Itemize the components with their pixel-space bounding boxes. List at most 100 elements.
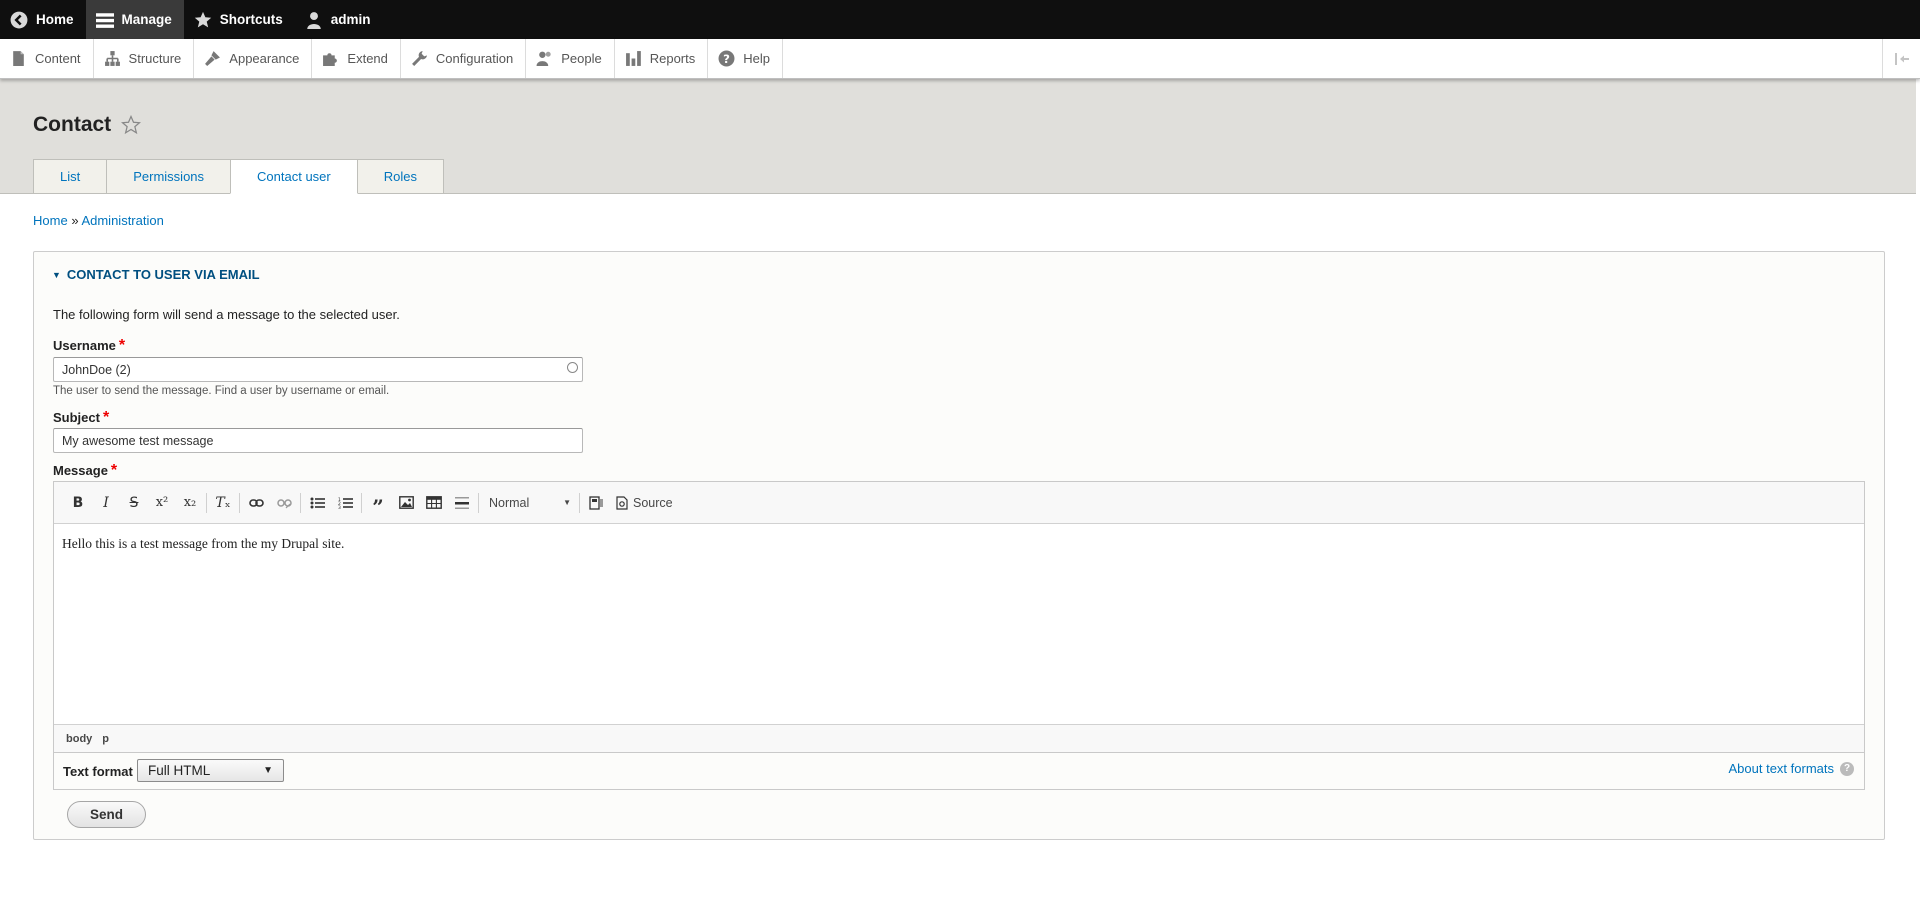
editor-toolbar: B I S x² x₂ Tₓ 123 ” Normal ▼ Source <box>54 482 1864 524</box>
toolbar-separator <box>300 492 301 513</box>
required-marker: * <box>118 337 126 354</box>
subject-label: Subject * <box>53 409 109 427</box>
tray-item-structure[interactable]: Structure <box>94 39 195 78</box>
about-text-formats-link[interactable]: About text formats ? <box>1728 761 1854 776</box>
chevron-down-icon: ▼ <box>563 498 571 507</box>
toolbar-user[interactable]: admin <box>295 0 383 39</box>
about-text-formats-text: About text formats <box>1728 761 1835 776</box>
page-title-text: Contact <box>33 113 112 136</box>
collapse-tray-icon <box>1894 52 1909 65</box>
tray-item-people[interactable]: People <box>526 39 615 78</box>
blockquote-button[interactable]: ” <box>364 489 392 517</box>
fieldset-legend-text: CONTACT TO USER VIA EMAIL <box>66 267 260 282</box>
horizontal-line-icon <box>455 496 469 509</box>
text-format-value: Full HTML <box>148 763 211 778</box>
tray-item-label: Help <box>743 51 770 66</box>
source-icon <box>616 495 628 510</box>
structure-icon <box>104 51 120 66</box>
username-help: The user to send the message. Find a use… <box>53 385 390 397</box>
contact-fieldset: ▼ CONTACT TO USER VIA EMAIL The followin… <box>33 251 1885 840</box>
blockquote-icon: ” <box>372 494 384 519</box>
toolbar-home-label: Home <box>36 12 74 27</box>
remove-format-icon: Tₓ <box>215 494 231 511</box>
breadcrumb-home[interactable]: Home <box>33 213 68 228</box>
star-outline-icon[interactable] <box>121 115 142 135</box>
subscript-button[interactable]: x₂ <box>176 489 204 517</box>
show-blocks-icon <box>588 495 603 510</box>
text-format-select[interactable]: Full HTML ▼ <box>137 759 284 782</box>
help-icon: ? <box>718 50 735 67</box>
tray-item-label: Structure <box>128 51 182 66</box>
people-icon <box>536 51 551 66</box>
element-path-item[interactable]: p <box>102 733 109 745</box>
element-path-item[interactable]: body <box>66 733 92 745</box>
username-input[interactable] <box>53 357 583 382</box>
document-icon <box>13 51 24 66</box>
tab-label: Contact user <box>257 169 331 184</box>
page-header: Contact List Permissions Contact user Ro… <box>0 79 1916 194</box>
superscript-icon: x² <box>155 495 169 510</box>
page-title: Contact <box>33 113 142 137</box>
toolbar-shortcuts-label: Shortcuts <box>219 12 283 27</box>
tray-item-configuration[interactable]: Configuration <box>401 39 527 78</box>
horizontal-line-button[interactable] <box>448 489 476 517</box>
image-icon <box>398 496 414 509</box>
tray-item-appearance[interactable]: Appearance <box>194 39 313 78</box>
tray-orientation-toggle[interactable] <box>1882 39 1920 78</box>
link-button[interactable] <box>242 489 270 517</box>
toolbar-home[interactable]: Home <box>0 0 86 39</box>
tray-item-reports[interactable]: Reports <box>615 39 709 78</box>
chevron-down-icon: ▼ <box>263 765 273 776</box>
tab-label: List <box>60 169 81 184</box>
format-dropdown[interactable]: Normal ▼ <box>481 490 577 516</box>
strikethrough-button[interactable]: S <box>120 489 148 517</box>
tray-item-help[interactable]: ? Help <box>708 39 783 78</box>
caret-down-icon: ▼ <box>52 269 61 280</box>
show-blocks-button[interactable] <box>582 489 610 517</box>
tray-item-content[interactable]: Content <box>0 39 94 78</box>
tab-contact-user[interactable]: Contact user <box>230 159 358 194</box>
subject-input[interactable] <box>53 428 583 453</box>
tab-label: Permissions <box>133 169 205 184</box>
toolbar-manage[interactable]: Manage <box>85 0 184 39</box>
tray-item-label: Configuration <box>435 51 514 66</box>
toolbar-shortcuts[interactable]: Shortcuts <box>184 0 295 39</box>
wrench-icon <box>411 51 427 66</box>
tab-roles[interactable]: Roles <box>356 159 444 193</box>
unlink-button[interactable] <box>270 489 298 517</box>
admin-toolbar: Home Manage Shortcuts admin <box>0 0 1920 39</box>
send-button[interactable]: Send <box>67 801 146 828</box>
image-button[interactable] <box>392 489 420 517</box>
tray-item-label: Reports <box>649 51 696 66</box>
text-format-label: Text format <box>63 764 133 779</box>
tray-item-extend[interactable]: Extend <box>312 39 401 78</box>
toolbar-separator <box>361 492 362 513</box>
source-button[interactable]: Source <box>610 489 679 517</box>
svg-text:3: 3 <box>338 505 341 509</box>
bold-button[interactable]: B <box>64 489 92 517</box>
tray-item-label: Extend <box>347 51 388 66</box>
link-icon <box>248 498 264 507</box>
breadcrumb: Home » Administration <box>33 213 164 228</box>
bulleted-list-button[interactable] <box>303 489 331 517</box>
required-marker: * <box>102 409 110 426</box>
paintbrush-icon <box>205 51 221 66</box>
star-icon <box>194 11 211 27</box>
tab-list[interactable]: List <box>33 159 108 193</box>
numbered-list-icon: 123 <box>338 497 353 509</box>
numbered-list-button[interactable]: 123 <box>331 489 359 517</box>
editor-content[interactable]: Hello this is a test message from the my… <box>54 524 1864 724</box>
toolbar-user-label: admin <box>330 12 371 27</box>
editor-element-path: body p <box>54 724 1864 752</box>
superscript-button[interactable]: x² <box>148 489 176 517</box>
tray-item-label: Appearance <box>229 51 300 66</box>
breadcrumb-administration[interactable]: Administration <box>81 213 163 228</box>
remove-format-button[interactable]: Tₓ <box>209 489 237 517</box>
breadcrumb-separator: » <box>71 213 79 228</box>
tab-permissions[interactable]: Permissions <box>106 159 232 193</box>
toolbar-manage-label: Manage <box>121 12 172 27</box>
fieldset-legend[interactable]: ▼ CONTACT TO USER VIA EMAIL <box>52 267 260 282</box>
table-button[interactable] <box>420 489 448 517</box>
italic-button[interactable]: I <box>92 489 120 517</box>
text-format-row: Text format Full HTML ▼ About text forma… <box>53 753 1865 790</box>
